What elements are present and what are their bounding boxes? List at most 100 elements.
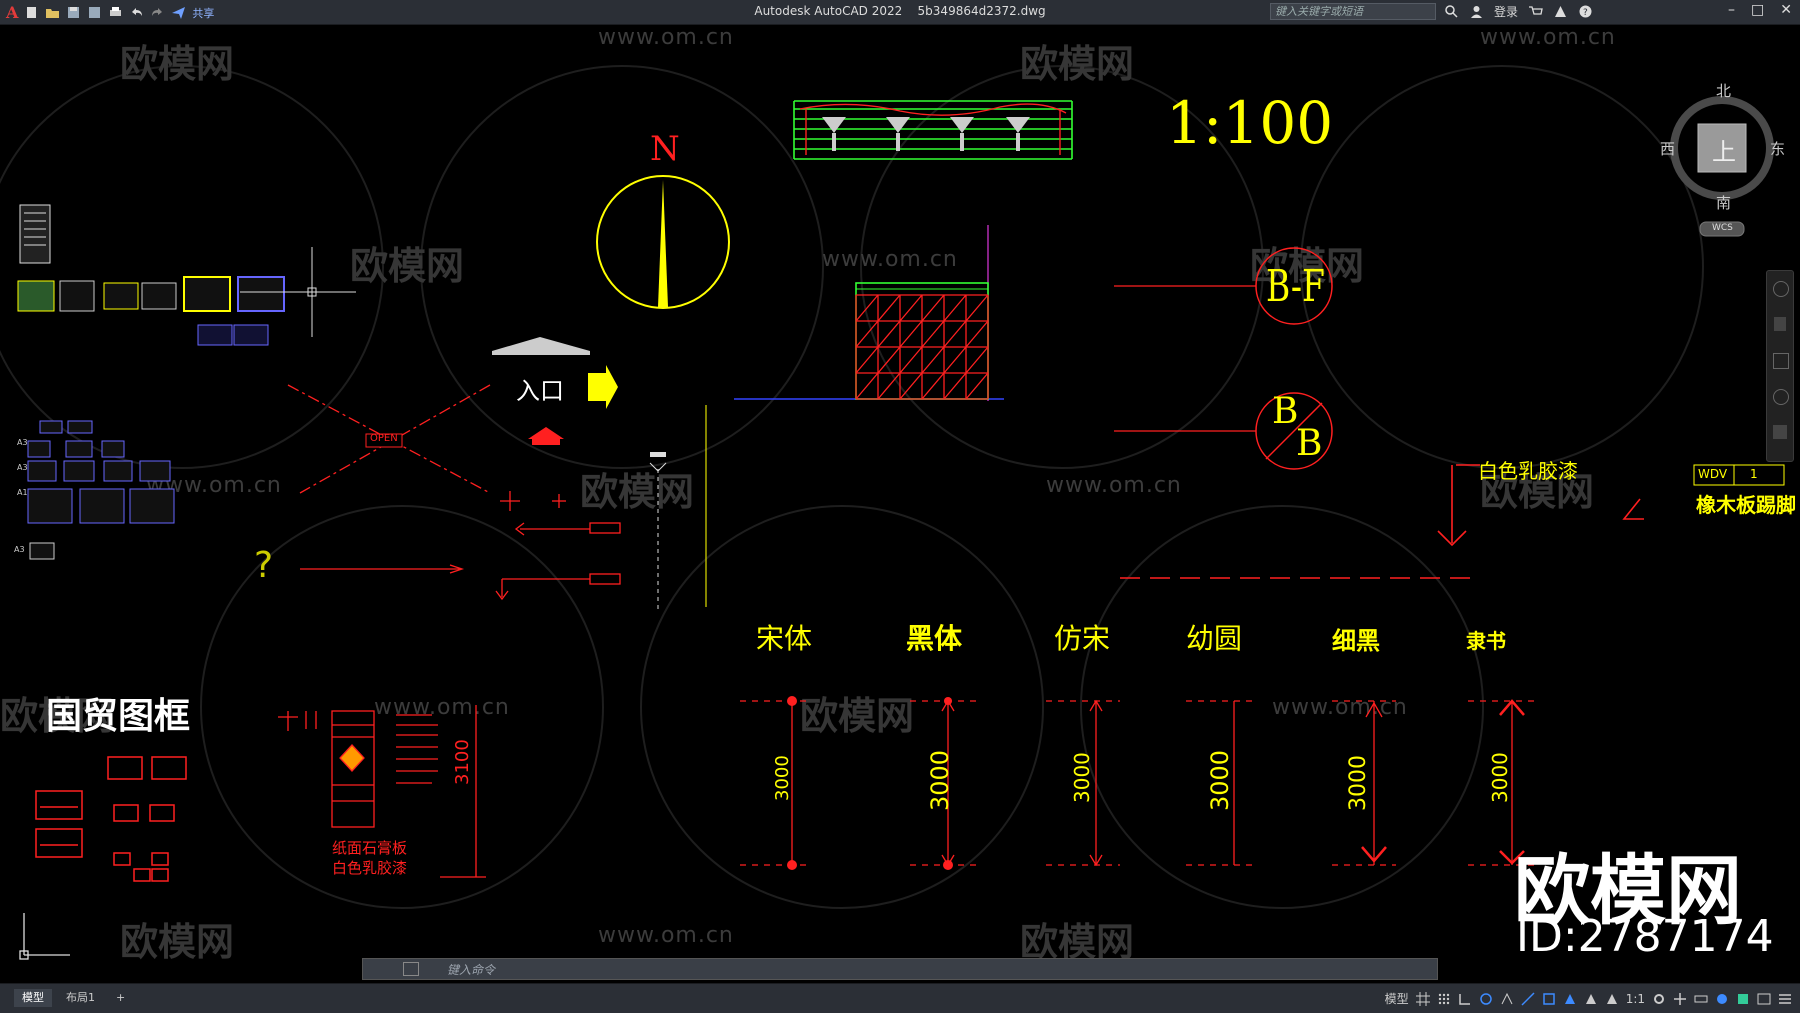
cart-icon[interactable]	[1528, 4, 1543, 19]
dim-dot	[787, 860, 797, 870]
command-input[interactable]: 键入命令	[447, 961, 495, 978]
dim-value: 3000	[1488, 752, 1512, 803]
lattice-diagonal	[877, 320, 901, 348]
annotation-scale-icon[interactable]	[1605, 992, 1619, 1006]
new-file-icon[interactable]	[24, 5, 39, 20]
lattice-screen[interactable]	[734, 225, 1004, 401]
share-icon[interactable]	[171, 5, 186, 20]
tab-layout1[interactable]: 布局1	[58, 989, 103, 1007]
polar-tracking-icon[interactable]	[1479, 992, 1493, 1006]
auto-scale-icon[interactable]	[1584, 992, 1598, 1006]
command-line[interactable]: 键入命令	[362, 958, 1438, 980]
isodraft-icon[interactable]	[1500, 992, 1514, 1006]
model-space-toggle[interactable]: 模型	[1385, 990, 1409, 1007]
viewcube-south[interactable]: 南	[1716, 192, 1731, 213]
help-icon[interactable]: ?	[1578, 4, 1593, 19]
annotation-visibility-icon[interactable]	[1563, 992, 1577, 1006]
viewcube-east[interactable]: 东	[1770, 138, 1785, 159]
lattice-diagonal	[855, 294, 879, 322]
autocad-logo-icon[interactable]: A	[6, 3, 18, 22]
autodesk-app-icon[interactable]	[1553, 4, 1568, 19]
navigation-bar[interactable]	[1766, 270, 1794, 462]
sheet-thumbnails[interactable]	[17, 204, 285, 560]
viewcube-west[interactable]: 西	[1660, 138, 1675, 159]
lattice-diagonal	[899, 294, 923, 322]
lattice-diagonal	[965, 346, 989, 374]
object-snap-tracking-icon[interactable]	[1521, 991, 1535, 1006]
isolate-objects-icon[interactable]	[1715, 992, 1729, 1006]
dim-3100: 3100	[452, 739, 473, 785]
customization-menu-icon[interactable]	[1778, 992, 1792, 1006]
window-controls: – □ ✕	[1728, 2, 1792, 18]
viewcube[interactable]: 北 南 东 西 上 WCS	[1660, 80, 1785, 250]
save-as-icon[interactable]	[87, 5, 102, 20]
dimension-lines	[740, 699, 1534, 867]
north-arrow-symbol[interactable]	[596, 175, 730, 309]
ortho-icon[interactable]	[1458, 992, 1472, 1006]
sheet-label: A3	[17, 438, 28, 447]
lattice-diagonal	[921, 372, 945, 400]
lattice-diagonal	[855, 372, 879, 400]
frame-title[interactable]: 国贸图框	[46, 687, 190, 739]
lattice-diagonal	[899, 346, 923, 374]
redo-icon[interactable]	[150, 5, 165, 20]
model-space-canvas[interactable]: 欧模网 www.om.cn 欧模网 www.om.cn 欧模网 www.om.c…	[0, 25, 1800, 983]
user-icon[interactable]	[1469, 4, 1484, 19]
tab-model[interactable]: 模型	[14, 989, 52, 1007]
add-plus-icon[interactable]	[1673, 992, 1687, 1006]
showmotion-icon[interactable]	[1773, 425, 1787, 439]
clean-screen-icon[interactable]	[1757, 992, 1771, 1006]
lattice-diagonal	[965, 372, 989, 400]
section-head	[650, 452, 666, 457]
lattice-diagonal	[943, 372, 967, 400]
chandelier-elevation[interactable]	[793, 100, 1073, 160]
lattice-diagonal	[855, 346, 879, 374]
wcs-menu[interactable]: WCS	[1712, 223, 1733, 233]
status-bar: 模型 布局1 + 模型 1:1	[0, 983, 1800, 1013]
lattice-diagonal	[965, 294, 989, 322]
wdv-label: WDV	[1698, 467, 1728, 481]
font-sample-songti: 宋体	[756, 622, 813, 655]
snap-icon[interactable]	[1437, 992, 1451, 1006]
add-layout-button[interactable]: +	[108, 989, 133, 1007]
zoom-extents-icon[interactable]	[1773, 353, 1789, 369]
open-folder-icon[interactable]	[45, 5, 60, 20]
scale-label[interactable]: 1:100	[1166, 89, 1333, 157]
login-button[interactable]: 登录	[1494, 3, 1518, 20]
minimize-icon[interactable]: –	[1728, 2, 1735, 18]
entrance-label[interactable]: 入口	[516, 371, 564, 406]
font-sample-heiti: 黑体	[906, 622, 963, 655]
question-mark: ?	[254, 545, 274, 586]
gypsum-paint-label: 白色乳胶漆	[332, 859, 408, 877]
undo-icon[interactable]	[129, 5, 144, 20]
share-label[interactable]: 共享	[192, 5, 214, 21]
grid-icon[interactable]	[1415, 991, 1430, 1006]
wdv-number: 1	[1750, 467, 1758, 481]
lattice-diagonal	[921, 320, 945, 348]
dim-value: 3000	[1070, 752, 1094, 803]
close-icon[interactable]: ✕	[1780, 2, 1792, 18]
section-markers[interactable]	[300, 491, 621, 601]
workspace-gear-icon[interactable]	[1652, 992, 1666, 1006]
save-icon[interactable]	[66, 5, 81, 20]
annotation-scale-value[interactable]: 1:1	[1626, 992, 1645, 1006]
units-icon[interactable]	[1694, 992, 1708, 1006]
plot-icon[interactable]	[108, 5, 123, 20]
maximize-icon[interactable]: □	[1751, 2, 1764, 18]
sheet-label: A1	[17, 488, 28, 497]
viewcube-north[interactable]: 北	[1716, 80, 1731, 101]
title-frame-thumbnails[interactable]	[35, 756, 187, 882]
command-history-icon[interactable]	[403, 962, 419, 976]
sheet-label: A3	[14, 545, 25, 554]
search-icon[interactable]	[1444, 4, 1459, 19]
lattice-diagonal	[965, 320, 989, 348]
viewcube-face-top[interactable]: 上	[1712, 132, 1736, 167]
steering-wheel-icon[interactable]	[1773, 281, 1789, 297]
orbit-icon[interactable]	[1773, 389, 1789, 405]
object-snap-icon[interactable]	[1542, 992, 1556, 1006]
tag-bf-label: B-F	[1266, 261, 1325, 312]
help-search-input[interactable]: 键入关键字或短语	[1270, 3, 1436, 20]
hardware-acceleration-icon[interactable]	[1736, 992, 1750, 1006]
pan-icon[interactable]	[1774, 317, 1786, 331]
title-bar: A 共享 Autodesk AutoCAD 2022 5b349864d2372…	[0, 0, 1800, 25]
